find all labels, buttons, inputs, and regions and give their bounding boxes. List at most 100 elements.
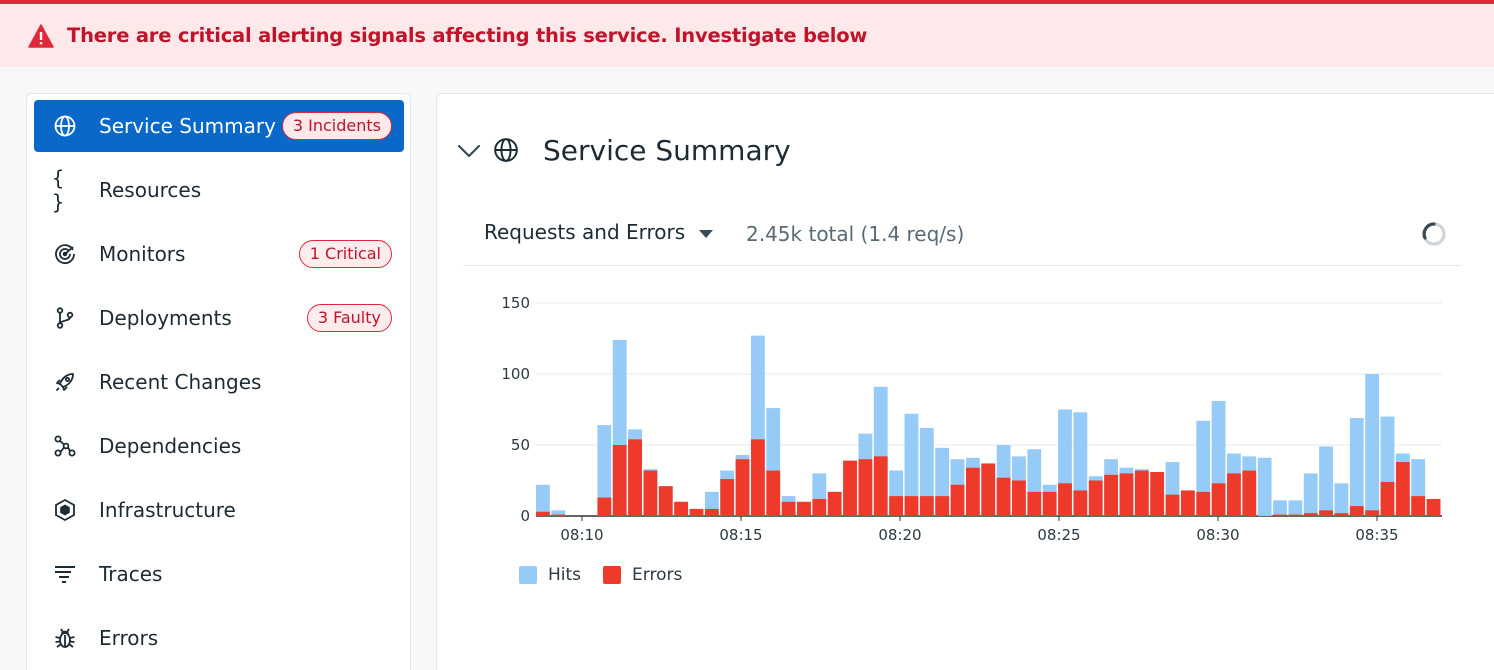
chart-toolbar: Requests and Errors 2.45k total (1.4 req… <box>463 206 1461 266</box>
main-panel: Service Summary Requests and Errors 2.45… <box>436 93 1494 670</box>
errors-bar <box>904 496 919 516</box>
y-tick-label: 0 <box>520 507 530 525</box>
sidebar-item-monitors[interactable]: Monitors 1 Critical <box>34 228 404 280</box>
errors-bar <box>766 470 781 516</box>
legend-label: Hits <box>548 565 582 585</box>
errors-bar <box>1411 496 1426 516</box>
section-title: Service Summary <box>543 133 791 167</box>
sidebar-item-label: Errors <box>99 626 159 650</box>
errors-bar <box>1303 513 1318 516</box>
errors-bar <box>612 445 627 516</box>
errors-bar <box>935 496 950 516</box>
errors-bar <box>1365 510 1380 516</box>
hexagon-icon <box>52 497 78 523</box>
faulty-badge[interactable]: 3 Faulty <box>306 304 392 332</box>
sidebar-item-label: Recent Changes <box>99 370 262 394</box>
sidebar-item-label: Monitors <box>99 242 186 266</box>
sidebar-item-service-summary[interactable]: Service Summary 3 Incidents <box>34 100 404 152</box>
errors-bar <box>1165 494 1180 516</box>
errors-bar <box>597 497 612 516</box>
errors-bar <box>643 470 658 516</box>
errors-bar <box>1319 510 1333 516</box>
errors-bar <box>1273 514 1287 516</box>
legend-item-errors[interactable]: Errors <box>603 565 682 585</box>
errors-bar <box>996 477 1011 516</box>
x-tick-label: 08:20 <box>878 526 921 544</box>
y-tick-label: 150 <box>501 294 530 312</box>
errors-bar <box>1395 462 1410 516</box>
x-tick-label: 08:35 <box>1355 526 1398 544</box>
x-tick-label: 08:10 <box>560 526 603 544</box>
braces-icon: { } <box>52 166 65 214</box>
errors-bar <box>1150 471 1165 516</box>
dependencies-graph-icon <box>52 433 78 459</box>
metric-total: 2.45k total (1.4 req/s) <box>746 222 965 246</box>
hits-bar <box>1365 374 1380 516</box>
errors-bar <box>1104 474 1118 516</box>
incidents-badge[interactable]: 3 Incidents <box>281 112 392 140</box>
alert-message: There are critical alerting signals affe… <box>67 24 868 47</box>
monitor-target-icon <box>52 241 78 267</box>
sidebar-item-infrastructure[interactable]: Infrastructure <box>34 484 404 536</box>
sidebar-item-recent-changes[interactable]: Recent Changes <box>34 356 404 408</box>
errors-bar <box>735 459 750 516</box>
hits-bar <box>1319 446 1333 516</box>
errors-bar <box>1119 473 1134 516</box>
chart-legend: Hits Errors <box>519 565 704 585</box>
errors-bar <box>1227 473 1241 516</box>
errors-bar <box>919 496 934 516</box>
sidebar-item-resources[interactable]: { } Resources <box>34 164 404 216</box>
metric-dropdown-label: Requests and Errors <box>484 220 686 244</box>
metric-dropdown[interactable]: Requests and Errors <box>484 220 714 244</box>
errors-bar <box>950 484 965 516</box>
errors-bar <box>704 508 719 516</box>
chevron-down-icon[interactable] <box>457 138 481 162</box>
errors-bar <box>965 467 980 516</box>
warning-triangle-icon <box>28 23 54 48</box>
errors-swatch <box>603 566 622 584</box>
sidebar-item-label: Deployments <box>99 306 232 330</box>
hits-bar <box>1257 457 1272 516</box>
errors-bar <box>1058 483 1072 516</box>
bug-icon <box>52 625 78 651</box>
sidebar-item-label: Resources <box>99 178 202 202</box>
errors-bar <box>873 456 888 516</box>
errors-bar <box>720 479 735 516</box>
hits-bar <box>1273 500 1287 516</box>
errors-bar <box>1334 513 1349 516</box>
errors-bar <box>1073 490 1088 516</box>
hits-bar <box>1334 483 1349 516</box>
sidebar-item-dependencies[interactable]: Dependencies <box>34 420 404 472</box>
hits-bar <box>1349 418 1364 516</box>
errors-bar <box>981 463 996 516</box>
y-tick-label: 50 <box>511 436 530 454</box>
sidebar-item-traces[interactable]: Traces <box>34 548 404 600</box>
errors-bar <box>812 498 827 516</box>
rocket-icon <box>52 369 78 395</box>
errors-bar <box>551 514 566 516</box>
errors-bar <box>1380 481 1395 516</box>
errors-bar <box>781 501 796 516</box>
sidebar-item-errors[interactable]: Errors <box>34 612 404 664</box>
section-header: Service Summary <box>457 132 791 168</box>
errors-bar <box>1180 490 1195 516</box>
errors-bar <box>1042 491 1057 516</box>
hits-bar <box>1303 473 1318 516</box>
errors-bar <box>1211 483 1226 516</box>
errors-bar <box>1134 470 1149 516</box>
sidebar-item-label: Infrastructure <box>99 498 236 522</box>
errors-bar <box>658 486 673 516</box>
errors-bar <box>628 439 642 516</box>
sidebar-item-label: Traces <box>99 562 163 586</box>
legend-label: Errors <box>632 565 683 585</box>
legend-item-hits[interactable]: Hits <box>519 565 581 585</box>
x-tick-label: 08:30 <box>1196 526 1239 544</box>
errors-bar <box>843 460 857 516</box>
critical-badge[interactable]: 1 Critical <box>298 240 392 268</box>
hits-swatch <box>519 566 537 584</box>
sidebar-item-label: Dependencies <box>99 434 242 458</box>
globe-icon <box>52 113 78 139</box>
requests-errors-chart: 0 50 100 150 08:10 08:15 08:20 08:25 08:30 08:35 <box>501 294 1442 544</box>
sidebar-item-deployments[interactable]: Deployments 3 Faulty <box>34 292 404 344</box>
sidebar-item-label: Service Summary <box>99 114 276 138</box>
